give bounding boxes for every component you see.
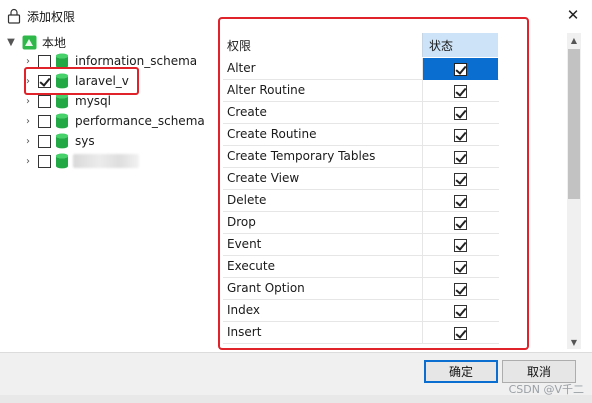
expand-arrow-icon[interactable]: › <box>22 115 34 127</box>
tree-root-local[interactable]: ▼ 本地 <box>5 33 66 51</box>
bottom-strip <box>0 395 592 403</box>
expand-arrow-icon[interactable]: › <box>22 55 34 67</box>
tree-item[interactable]: › <box>22 152 139 170</box>
database-checkbox[interactable] <box>38 94 51 108</box>
cancel-button[interactable]: 取消 <box>502 360 576 383</box>
highlight-box-table <box>218 17 529 350</box>
tree-item[interactable]: › performance_schema <box>22 112 205 130</box>
scroll-up-icon[interactable]: ▲ <box>567 33 581 47</box>
database-checkbox[interactable] <box>38 134 51 148</box>
ok-button[interactable]: 确定 <box>424 360 498 383</box>
close-button[interactable]: ✕ <box>564 6 582 24</box>
database-icon <box>56 153 68 169</box>
scroll-down-icon[interactable]: ▼ <box>567 335 581 349</box>
add-permission-dialog: 添加权限 ✕ ▼ 本地 › information_schema › laravel_… <box>0 0 592 403</box>
highlight-box-tree <box>24 67 139 95</box>
vertical-scrollbar[interactable]: ▲ ▼ <box>567 33 581 349</box>
redacted-label <box>73 154 139 168</box>
database-checkbox[interactable] <box>38 114 51 128</box>
tree-item[interactable]: › sys <box>22 132 95 150</box>
database-label: information_schema <box>75 54 198 68</box>
database-checkbox[interactable] <box>38 54 51 68</box>
database-label: performance_schema <box>75 114 205 128</box>
database-icon <box>56 93 68 109</box>
database-icon <box>56 113 68 129</box>
collapse-arrow-icon[interactable]: ▼ <box>5 36 17 48</box>
scroll-thumb[interactable] <box>568 49 580 199</box>
expand-arrow-icon[interactable]: › <box>22 95 34 107</box>
database-label: sys <box>75 134 95 148</box>
database-icon <box>56 133 68 149</box>
dialog-title: 添加权限 <box>27 10 76 24</box>
expand-arrow-icon[interactable]: › <box>22 135 34 147</box>
tree-root-label: 本地 <box>42 35 67 50</box>
database-checkbox[interactable] <box>38 154 51 168</box>
server-icon <box>22 35 37 49</box>
lock-icon <box>7 8 21 24</box>
expand-arrow-icon[interactable]: › <box>22 155 34 167</box>
database-label: mysql <box>75 94 111 108</box>
